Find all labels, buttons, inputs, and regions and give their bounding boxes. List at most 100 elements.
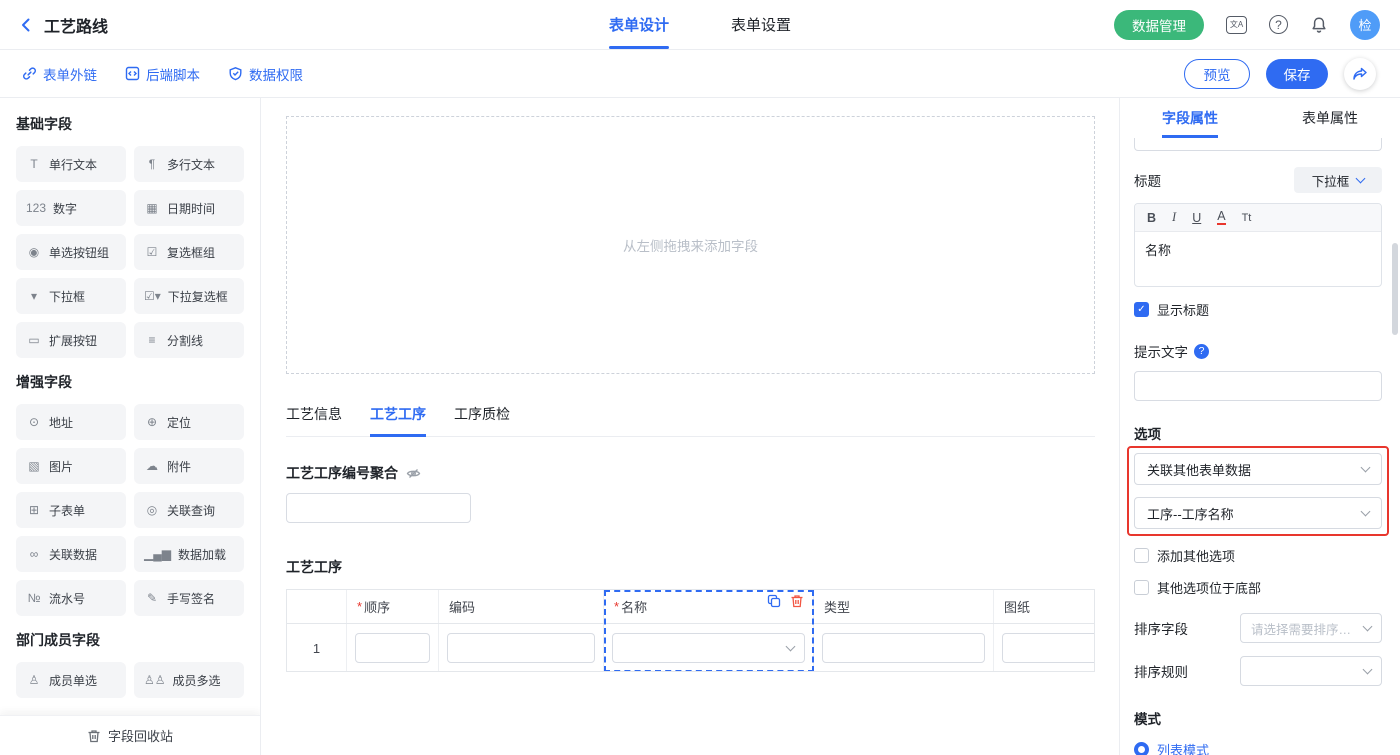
show-title-checkbox[interactable]: [1134, 302, 1149, 317]
properties-panel: 字段属性 表单属性 标题 下拉框 B I U A Tt 名称 显示标题: [1119, 98, 1400, 755]
save-button[interactable]: 保存: [1266, 59, 1328, 89]
drop-zone[interactable]: 从左侧拖拽来添加字段: [286, 116, 1095, 374]
sidebar-field-linked-data[interactable]: ∞ 关联数据: [16, 536, 126, 572]
table-header-sequence[interactable]: *顺序: [347, 590, 439, 623]
tab-form-design[interactable]: 表单设计: [609, 0, 669, 49]
share-button[interactable]: [1344, 58, 1376, 90]
sort-rule-select[interactable]: [1240, 656, 1382, 686]
sidebar-field-member-single[interactable]: ♙成员单选: [16, 662, 126, 698]
code-input[interactable]: [447, 633, 595, 663]
section-title-enhanced: 增强字段: [16, 372, 244, 392]
panel-scrollbar-thumb[interactable]: [1392, 243, 1398, 335]
sidebar-field-member-multi[interactable]: ♙♙成员多选: [134, 662, 244, 698]
field-label: 子表单: [49, 502, 85, 519]
tab-field-properties[interactable]: 字段属性: [1120, 98, 1260, 138]
back-button[interactable]: [18, 17, 34, 33]
link-icon: [22, 66, 37, 81]
share-icon: [1352, 66, 1368, 82]
sidebar-field-attachment[interactable]: ☁附件: [134, 448, 244, 484]
sidebar-field-address[interactable]: ⊙地址: [16, 404, 126, 440]
italic-button[interactable]: I: [1172, 210, 1176, 225]
sidebar-field-data-load[interactable]: ▁▄▆数据加载: [134, 536, 244, 572]
tab-label: 表单属性: [1302, 108, 1358, 128]
multi-select-icon: ☑▾: [144, 289, 161, 303]
drawing-input[interactable]: [1002, 633, 1095, 663]
title-input[interactable]: 名称: [1135, 232, 1381, 286]
sidebar-field-signature[interactable]: ✎手写签名: [134, 580, 244, 616]
list-mode-radio[interactable]: [1134, 742, 1149, 755]
field-label: 关联数据: [49, 546, 97, 563]
table-header-drawing[interactable]: 图纸: [994, 590, 1095, 623]
title-label: 标题: [1134, 170, 1161, 190]
sidebar-field-multi-line-text[interactable]: ¶多行文本: [134, 146, 244, 182]
tab-label: 字段属性: [1162, 108, 1218, 128]
field-recycle-bin[interactable]: 字段回收站: [0, 715, 260, 755]
field-label: 单行文本: [49, 156, 97, 173]
tab-label: 工艺工序: [370, 406, 426, 422]
bell-icon[interactable]: [1310, 16, 1328, 34]
sidebar-field-location[interactable]: ⊕定位: [134, 404, 244, 440]
form-external-link[interactable]: 表单外链: [22, 64, 97, 84]
table-header-index: [287, 590, 347, 623]
sidebar-field-datetime[interactable]: ▦日期时间: [134, 190, 244, 226]
table-header-code[interactable]: 编码: [439, 590, 604, 623]
tab-process-info[interactable]: 工艺信息: [286, 404, 342, 436]
hint-input[interactable]: [1134, 371, 1382, 401]
option-field-select[interactable]: 工序--工序名称: [1134, 497, 1382, 529]
delete-column-button[interactable]: [790, 594, 804, 608]
tab-label: 工序质检: [454, 406, 510, 422]
clipped-input[interactable]: [1134, 138, 1382, 151]
linked-data-icon: ∞: [26, 547, 42, 561]
sidebar-field-radio-group[interactable]: ◉单选按钮组: [16, 234, 126, 270]
field-label: 成员单选: [49, 672, 97, 689]
checkbox-group-icon: ☑: [144, 245, 160, 259]
sidebar-field-subform[interactable]: ⊞子表单: [16, 492, 126, 528]
tab-label: 表单设置: [731, 14, 791, 35]
sidebar-field-image[interactable]: ▧图片: [16, 448, 126, 484]
sidebar-field-extend-button[interactable]: ▭扩展按钮: [16, 322, 126, 358]
table-header-type[interactable]: 类型: [814, 590, 994, 623]
chevron-down-icon: [786, 641, 796, 651]
sidebar-field-number[interactable]: 123数字: [16, 190, 126, 226]
tab-process-operations[interactable]: 工艺工序: [370, 404, 426, 436]
other-option-bottom-checkbox[interactable]: [1134, 580, 1149, 595]
preview-button[interactable]: 预览: [1184, 59, 1250, 89]
sidebar-field-divider[interactable]: ≡分割线: [134, 322, 244, 358]
tab-form-settings[interactable]: 表单设置: [731, 0, 791, 49]
type-input[interactable]: [822, 633, 985, 663]
font-size-button[interactable]: Tt: [1242, 212, 1252, 224]
data-permission-link[interactable]: 数据权限: [228, 64, 303, 84]
option-source-select[interactable]: 关联其他表单数据: [1134, 453, 1382, 485]
bold-button[interactable]: B: [1147, 211, 1156, 225]
field-label: 数字: [53, 200, 77, 217]
sidebar-field-linked-query[interactable]: ◎关联查询: [134, 492, 244, 528]
tab-form-properties[interactable]: 表单属性: [1260, 98, 1400, 138]
font-color-button[interactable]: A: [1217, 210, 1225, 226]
sequence-input[interactable]: [355, 633, 430, 663]
row-index: 1: [287, 624, 347, 672]
sidebar-field-serial-number[interactable]: №流水号: [16, 580, 126, 616]
backend-script-link[interactable]: 后端脚本: [125, 64, 200, 84]
serial-number-icon: №: [26, 591, 42, 605]
field-type-select[interactable]: 下拉框: [1294, 167, 1382, 193]
table-row: 1: [287, 624, 1095, 672]
hint-help-icon[interactable]: ?: [1194, 344, 1209, 359]
member-multi-icon: ♙♙: [144, 673, 166, 687]
aggregate-input[interactable]: [286, 493, 471, 523]
tab-operation-quality[interactable]: 工序质检: [454, 404, 510, 436]
underline-button[interactable]: U: [1192, 211, 1201, 225]
sort-field-select[interactable]: 请选择需要排序的…: [1240, 613, 1382, 643]
add-other-option-checkbox[interactable]: [1134, 548, 1149, 563]
translate-icon[interactable]: 文A: [1226, 16, 1247, 34]
sidebar-field-checkbox-group[interactable]: ☑复选框组: [134, 234, 244, 270]
copy-column-button[interactable]: [767, 594, 781, 608]
name-select[interactable]: [612, 633, 805, 663]
sidebar-field-single-line-text[interactable]: T单行文本: [16, 146, 126, 182]
help-icon[interactable]: ?: [1269, 15, 1288, 34]
sidebar-field-select[interactable]: ▾下拉框: [16, 278, 126, 314]
data-manage-button[interactable]: 数据管理: [1114, 10, 1204, 40]
location-icon: ⊕: [144, 415, 160, 429]
avatar[interactable]: 检: [1350, 10, 1380, 40]
field-label: 扩展按钮: [49, 332, 97, 349]
sidebar-field-multi-select[interactable]: ☑▾下拉复选框: [134, 278, 244, 314]
